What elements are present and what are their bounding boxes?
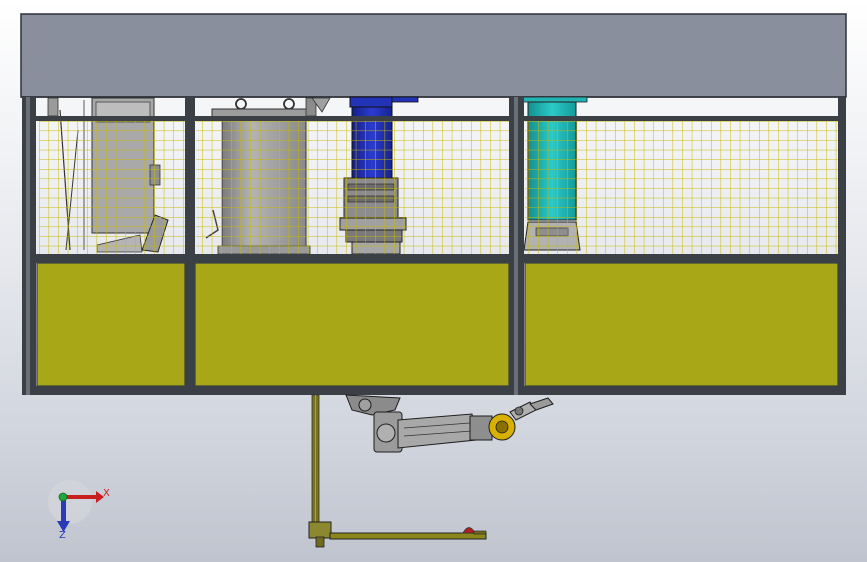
wire-mesh-guard[interactable]: [39, 121, 839, 254]
base-rail[interactable]: [308, 521, 487, 548]
robot-arm[interactable]: [345, 394, 554, 453]
coordinate-triad-icon: [48, 480, 104, 532]
lower-guard-panels[interactable]: [36, 262, 839, 387]
cad-graphics-viewport[interactable]: X Z: [0, 0, 867, 562]
axis-x-label: X: [103, 488, 110, 499]
axis-z-label: Z: [59, 530, 66, 541]
model-scene[interactable]: [0, 0, 867, 562]
support-post[interactable]: [311, 394, 320, 531]
roof-panel[interactable]: [20, 13, 847, 98]
